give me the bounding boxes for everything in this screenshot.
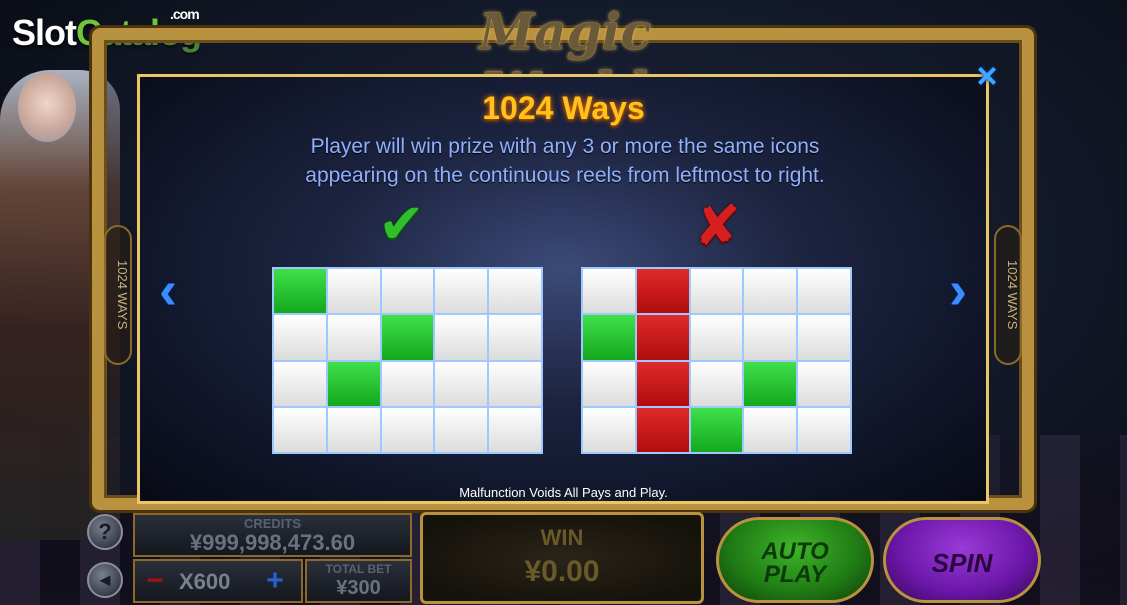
valid-example-grid bbox=[272, 267, 543, 454]
checkmark-icon: ✔ bbox=[378, 192, 425, 255]
grid-cell-win bbox=[744, 361, 797, 406]
panel-description-line2: appearing on the continuous reels from l… bbox=[305, 164, 825, 187]
close-icon[interactable]: × bbox=[968, 58, 1006, 94]
grid-cell-invalid bbox=[636, 407, 689, 452]
grid-cell bbox=[489, 269, 541, 314]
grid-cell bbox=[690, 361, 743, 406]
credits-value: ¥999,998,473.60 bbox=[189, 530, 356, 555]
grid-cell-win bbox=[690, 407, 743, 452]
next-page-icon[interactable]: › bbox=[942, 262, 974, 318]
win-label: WIN bbox=[540, 525, 584, 550]
grid-cell-invalid bbox=[636, 315, 689, 360]
help-icon[interactable]: ? bbox=[87, 514, 123, 550]
grid-cell bbox=[583, 361, 635, 406]
grid-cell bbox=[690, 269, 743, 314]
game-title: Magic World bbox=[478, 2, 652, 120]
grid-cell bbox=[690, 315, 743, 360]
prev-page-icon[interactable]: ‹ bbox=[152, 262, 184, 318]
total-bet-label: TOTAL BET bbox=[325, 562, 392, 576]
grid-cell-invalid bbox=[636, 361, 689, 406]
grid-cell-win bbox=[327, 361, 380, 406]
grid-cell bbox=[744, 315, 797, 360]
grid-cell bbox=[489, 407, 541, 452]
grid-cell bbox=[798, 269, 850, 314]
grid-cell bbox=[583, 269, 635, 314]
grid-cell bbox=[435, 361, 488, 406]
grid-cell bbox=[381, 269, 434, 314]
grid-cell bbox=[744, 269, 797, 314]
credits-display: CREDITS ¥999,998,473.60 bbox=[133, 513, 412, 557]
grid-cell bbox=[274, 361, 326, 406]
grid-cell-win bbox=[583, 315, 635, 360]
grid-cell-invalid bbox=[636, 269, 689, 314]
bet-increase-button[interactable]: + bbox=[259, 565, 291, 599]
grid-cell bbox=[381, 407, 434, 452]
grid-cell bbox=[435, 315, 488, 360]
grid-cell bbox=[583, 407, 635, 452]
grid-cell-win bbox=[381, 315, 434, 360]
invalid-example-grid bbox=[581, 267, 852, 454]
grid-cell bbox=[744, 407, 797, 452]
sound-icon[interactable]: ◄ bbox=[87, 562, 123, 598]
autoplay-label-line1: AUTO bbox=[761, 538, 829, 565]
grid-cell bbox=[798, 407, 850, 452]
grid-cell bbox=[798, 361, 850, 406]
grid-cell bbox=[489, 315, 541, 360]
grid-cell bbox=[798, 315, 850, 360]
grid-cell-win bbox=[274, 269, 326, 314]
bet-decrease-button[interactable]: − bbox=[139, 565, 171, 599]
grid-cell bbox=[381, 361, 434, 406]
credits-label: CREDITS bbox=[243, 516, 302, 531]
side-ways-label-right: 1024 WAYS bbox=[994, 225, 1022, 365]
win-value: ¥0.00 bbox=[524, 555, 600, 588]
grid-cell bbox=[489, 361, 541, 406]
total-bet-value: ¥300 bbox=[336, 577, 381, 599]
side-ways-label-left: 1024 WAYS bbox=[104, 225, 132, 365]
panel-description-line1: Player will win prize with any 3 or more… bbox=[310, 135, 820, 158]
grid-cell bbox=[327, 407, 380, 452]
bet-multiplier: X600 bbox=[179, 569, 231, 594]
autoplay-button[interactable]: AUTO PLAY bbox=[716, 517, 874, 603]
win-display: WIN ¥0.00 bbox=[420, 512, 704, 604]
grid-cell bbox=[435, 407, 488, 452]
grid-cell bbox=[274, 407, 326, 452]
spin-button[interactable]: SPIN bbox=[883, 517, 1041, 603]
bet-selector: − X600 + bbox=[133, 559, 303, 603]
grid-cell bbox=[327, 269, 380, 314]
malfunction-disclaimer: Malfunction Voids All Pays and Play. bbox=[459, 485, 668, 500]
cross-icon: ✘ bbox=[694, 194, 741, 257]
grid-cell bbox=[327, 315, 380, 360]
logo-com-text: .com bbox=[170, 6, 200, 22]
total-bet-display: TOTAL BET ¥300 bbox=[305, 559, 412, 603]
grid-cell bbox=[435, 269, 488, 314]
logo-slot-text: Slot bbox=[12, 12, 77, 53]
panel-title: 1024 Ways bbox=[482, 90, 645, 126]
autoplay-label-line2: PLAY bbox=[763, 561, 827, 588]
grid-cell bbox=[274, 315, 326, 360]
